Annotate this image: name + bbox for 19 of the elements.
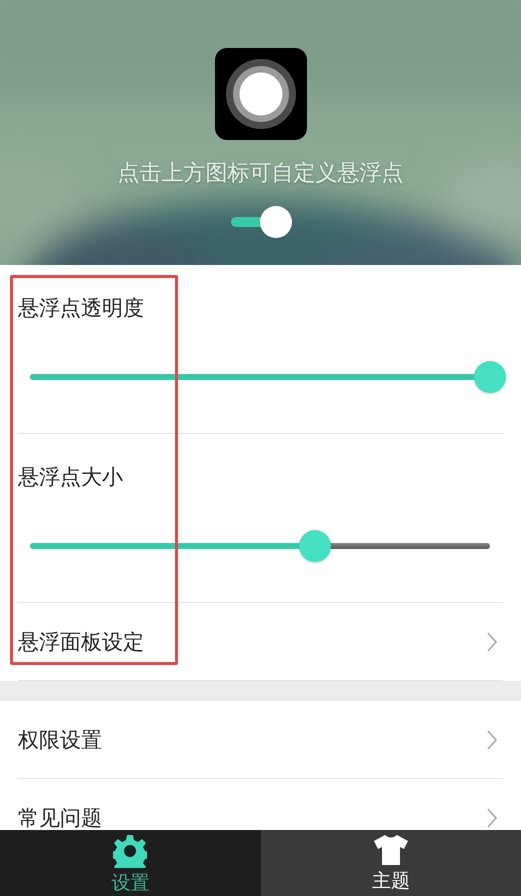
- settings-item[interactable]: 悬浮面板设定: [18, 603, 503, 681]
- tab[interactable]: 设置: [0, 830, 260, 896]
- hint-text: 点击上方图标可自定义悬浮点: [118, 160, 404, 188]
- chevron-icon: [487, 808, 497, 828]
- chevron-icon: [487, 730, 497, 750]
- toggle-switch[interactable]: [228, 206, 292, 238]
- tab[interactable]: 主题: [260, 830, 521, 896]
- setting-label: 悬浮点透明度: [18, 295, 145, 322]
- shirt-icon: [372, 834, 409, 866]
- setting-label: 常见问题: [18, 804, 102, 830]
- settings-item[interactable]: 权限设置: [18, 701, 503, 779]
- slider-thumb[interactable]: [474, 361, 506, 393]
- setting-label: 权限设置: [18, 726, 102, 754]
- gear-icon: [113, 834, 148, 868]
- chevron-icon: [487, 632, 497, 652]
- setting-label: 悬浮面板设定: [18, 628, 144, 656]
- setting-label: 悬浮点大小: [18, 464, 124, 491]
- settings-item[interactable]: 常见问题: [18, 779, 503, 830]
- slider-thumb[interactable]: [299, 530, 332, 562]
